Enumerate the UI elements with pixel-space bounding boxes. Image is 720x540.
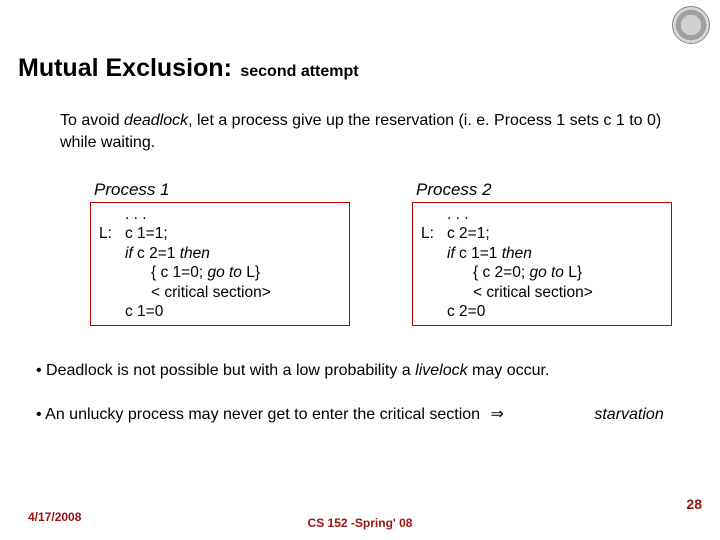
slide-title: Mutual Exclusion: second attempt — [18, 54, 359, 83]
process-1-code: . . . L:c 1=1; if c 2=1 then { c 1=0; go… — [90, 202, 350, 326]
code-line: . . . — [447, 205, 663, 224]
footer-course: CS 152 -Spring' 08 — [0, 516, 720, 530]
process-2: Process 2 . . . L:c 2=1; if c 1=1 then {… — [412, 180, 672, 326]
code-line: c 1=1; — [125, 224, 341, 243]
bullet-1: • Deadlock is not possible but with a lo… — [36, 360, 676, 382]
intro-text: To avoid deadlock, let a process give up… — [60, 110, 670, 153]
process-columns: Process 1 . . . L:c 1=1; if c 2=1 then {… — [90, 180, 672, 326]
code-line: if c 1=1 then — [447, 244, 663, 263]
code-line: c 2=1; — [447, 224, 663, 243]
code-line: < critical section> — [447, 283, 663, 302]
footer-page-number: 28 — [686, 496, 702, 512]
code-line: { c 1=0; go to L} — [125, 263, 341, 282]
code-line: c 2=0 — [447, 302, 663, 321]
process-1-heading: Process 1 — [94, 180, 350, 200]
process-2-code: . . . L:c 2=1; if c 1=1 then { c 2=0; go… — [412, 202, 672, 326]
process-1: Process 1 . . . L:c 1=1; if c 2=1 then {… — [90, 180, 350, 326]
process-2-heading: Process 2 — [416, 180, 672, 200]
code-line: if c 2=1 then — [125, 244, 341, 263]
bullet-2: • An unlucky process may never get to en… — [36, 404, 676, 426]
code-line: < critical section> — [125, 283, 341, 302]
implies-arrow-icon: ⇒ — [491, 404, 504, 426]
university-seal-icon — [672, 6, 710, 44]
code-label: L: — [99, 224, 125, 243]
code-line: . . . — [125, 205, 341, 224]
intro-deadlock: deadlock — [124, 112, 188, 129]
bullet-notes: • Deadlock is not possible but with a lo… — [36, 360, 676, 425]
title-main: Mutual Exclusion: — [18, 54, 232, 82]
code-line: { c 2=0; go to L} — [447, 263, 663, 282]
code-label: L: — [421, 224, 447, 243]
code-line: c 1=0 — [125, 302, 341, 321]
title-sub: second attempt — [240, 63, 358, 80]
intro-pre: To avoid — [60, 112, 124, 129]
